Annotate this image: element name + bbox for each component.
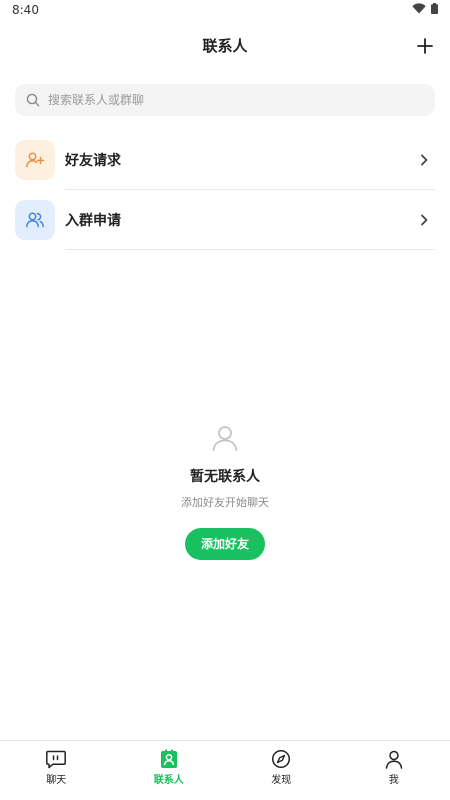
plus-icon [417, 38, 433, 54]
empty-state-title: 暂无联系人 [190, 469, 260, 485]
compass-icon [272, 749, 291, 769]
tab-label: 聊天 [46, 775, 67, 786]
add-friend-button[interactable]: 添加好友 [185, 528, 265, 560]
status-time: 8:40 [12, 3, 39, 17]
person-outline-icon [212, 426, 238, 451]
group-icon [26, 212, 44, 228]
chevron-right-icon [421, 214, 428, 226]
tab-label: 联系人 [153, 775, 184, 786]
person-icon [385, 750, 402, 769]
friend-request-icon-tile [15, 140, 55, 180]
tab-bar: 聊天 联系人 发现 我 [0, 740, 450, 800]
status-bar: 8:40 [0, 0, 450, 22]
header: 联系人 [0, 26, 450, 64]
tab-label: 我 [388, 775, 399, 786]
search-bar[interactable] [15, 84, 435, 116]
empty-state: 暂无联系人 添加好友开始聊天 添加好友 [0, 422, 450, 560]
empty-state-subtitle: 添加好友开始聊天 [181, 496, 269, 509]
tab-contacts[interactable]: 联系人 [113, 741, 226, 800]
list-item-label: 入群申请 [65, 213, 121, 229]
tab-me[interactable]: 我 [338, 741, 450, 800]
list-item-group-requests[interactable]: 入群申请 [0, 200, 450, 260]
divider [65, 189, 435, 190]
page-title: 联系人 [202, 37, 248, 55]
tab-label: 发现 [271, 775, 292, 786]
wifi-icon [412, 3, 426, 14]
list-item-friend-requests[interactable]: 好友请求 [0, 140, 450, 200]
group-request-icon-tile [15, 200, 55, 240]
tab-chats[interactable]: 聊天 [0, 741, 113, 800]
search-icon [26, 93, 40, 107]
chat-icon [46, 750, 67, 769]
search-input[interactable] [48, 93, 408, 107]
status-icons [412, 3, 438, 14]
battery-icon [431, 3, 438, 14]
tab-discover[interactable]: 发现 [225, 741, 338, 800]
add-user-icon [26, 152, 45, 168]
chevron-right-icon [421, 154, 428, 166]
add-button[interactable] [414, 35, 436, 57]
list-item-label: 好友请求 [65, 153, 121, 169]
divider [65, 249, 435, 250]
contacts-icon [160, 749, 177, 768]
